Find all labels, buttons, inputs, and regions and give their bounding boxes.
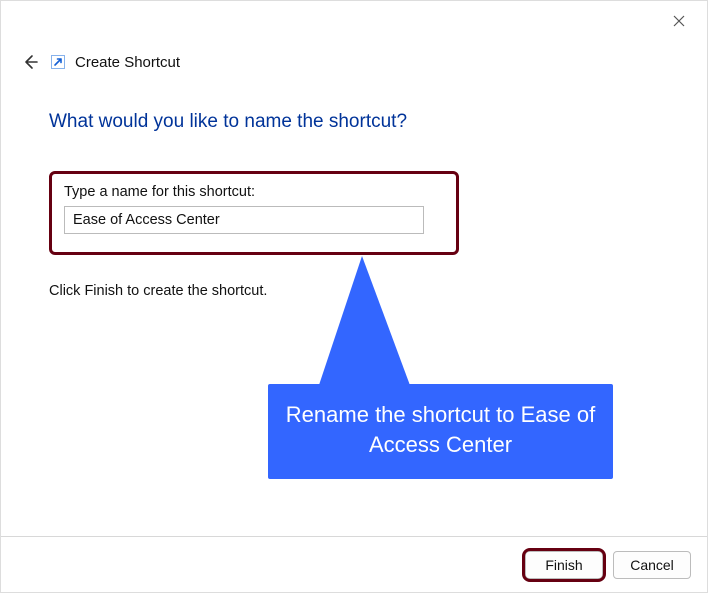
cancel-button[interactable]: Cancel — [613, 551, 691, 579]
shortcut-name-input[interactable] — [64, 206, 424, 234]
back-arrow-icon[interactable] — [19, 51, 41, 73]
hint-text: Click Finish to create the shortcut. — [49, 283, 659, 299]
wizard-content: What would you like to name the shortcut… — [49, 111, 659, 299]
finish-button-highlight: Finish — [525, 551, 603, 579]
page-heading: What would you like to name the shortcut… — [49, 111, 659, 133]
callout-text: Rename the shortcut to Ease of Access Ce… — [268, 384, 613, 479]
finish-button[interactable]: Finish — [525, 551, 603, 579]
wizard-footer: Finish Cancel — [1, 536, 707, 592]
highlighted-input-section: Type a name for this shortcut: — [49, 171, 459, 255]
wizard-header: Create Shortcut — [19, 51, 180, 73]
close-icon[interactable] — [669, 11, 689, 31]
wizard-title: Create Shortcut — [75, 54, 180, 71]
shortcut-name-label: Type a name for this shortcut: — [64, 184, 444, 200]
shortcut-overlay-icon — [51, 55, 65, 69]
